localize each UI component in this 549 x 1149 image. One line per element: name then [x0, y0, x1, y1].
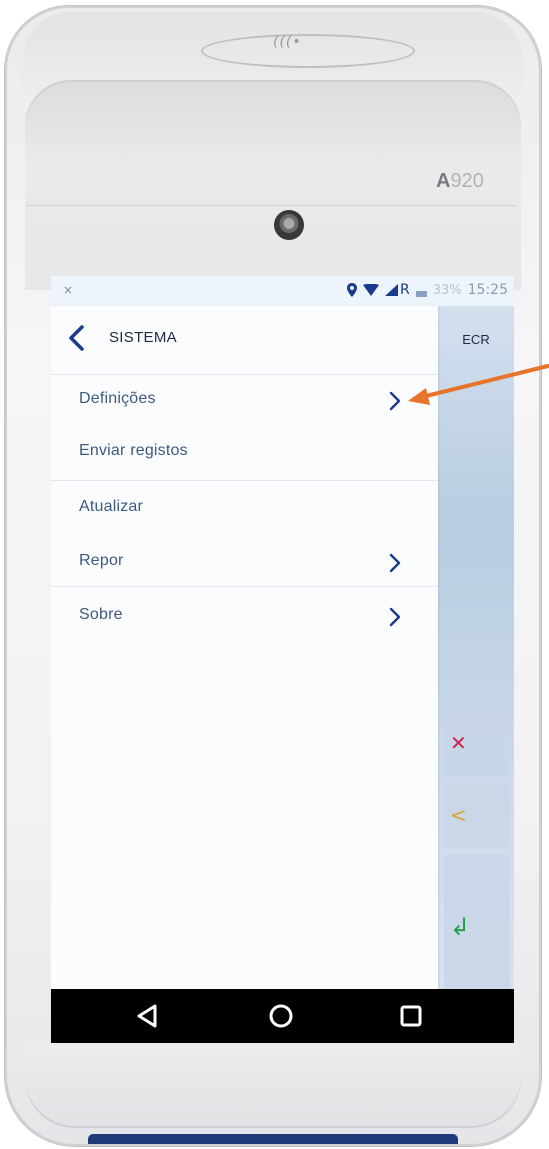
menu-divider: [51, 586, 438, 587]
model-label: A920: [436, 170, 484, 193]
face-divider: [26, 205, 516, 206]
menu-item-sobre[interactable]: Sobre: [51, 590, 438, 646]
status-icons: R 33% 15:25: [347, 282, 508, 298]
chevron-right-icon: [389, 553, 401, 573]
menu-divider: [51, 480, 438, 481]
nfc-glyph: (((•: [273, 34, 302, 50]
system-drawer: SISTEMA Definições Enviar registos Atual…: [51, 306, 438, 989]
menu-item-repor[interactable]: Repor: [51, 536, 438, 592]
home-circle-icon[interactable]: [266, 1001, 296, 1031]
chevron-right-icon: [389, 391, 401, 411]
menu-item-label: Atualizar: [79, 498, 144, 515]
status-bar: × R 33% 15:25: [51, 276, 514, 306]
network-label: R: [400, 282, 410, 298]
camera-icon: [274, 210, 304, 240]
menu-item-atualizar[interactable]: Atualizar: [51, 482, 438, 538]
backspace-key[interactable]: <: [444, 782, 510, 848]
location-pin-icon: [347, 283, 357, 297]
background-app-panel: ECR ✕ < ↲: [438, 306, 514, 1043]
model-number: 920: [450, 170, 484, 192]
menu-item-label: Repor: [79, 552, 124, 569]
signal-icon: [385, 284, 398, 296]
recents-square-icon[interactable]: [396, 1001, 426, 1031]
model-prefix: A: [436, 170, 451, 192]
cancel-key[interactable]: ✕: [444, 710, 510, 776]
nfc-reader-outline: [201, 34, 415, 68]
notification-icon: ×: [63, 283, 74, 297]
back-arrow-icon[interactable]: [65, 324, 89, 352]
ecr-label: ECR: [462, 332, 490, 347]
menu-item-label: Definições: [79, 390, 156, 407]
menu-item-label: Enviar registos: [79, 442, 188, 459]
drawer-title: SISTEMA: [109, 329, 177, 346]
battery-percent: 33%: [432, 282, 462, 298]
menu-item-label: Sobre: [79, 606, 123, 623]
android-nav-bar: [51, 989, 514, 1043]
screen: × R 33% 15:25 ECR ✕ < ↲ SISTEMA Definiçõ…: [51, 276, 514, 1043]
wifi-icon: [363, 284, 379, 296]
battery-icon: [415, 291, 427, 297]
chevron-right-icon: [389, 607, 401, 627]
drawer-header: SISTEMA: [51, 306, 438, 375]
device-bottom-bezel: [25, 1043, 521, 1128]
menu-item-enviar-registos[interactable]: Enviar registos: [51, 426, 438, 482]
menu-item-definicoes[interactable]: Definições: [51, 374, 438, 430]
enter-key[interactable]: ↲: [444, 854, 510, 1000]
back-triangle-icon[interactable]: [132, 1001, 162, 1031]
clock: 15:25: [467, 282, 508, 298]
printer-slot: [88, 1134, 458, 1144]
